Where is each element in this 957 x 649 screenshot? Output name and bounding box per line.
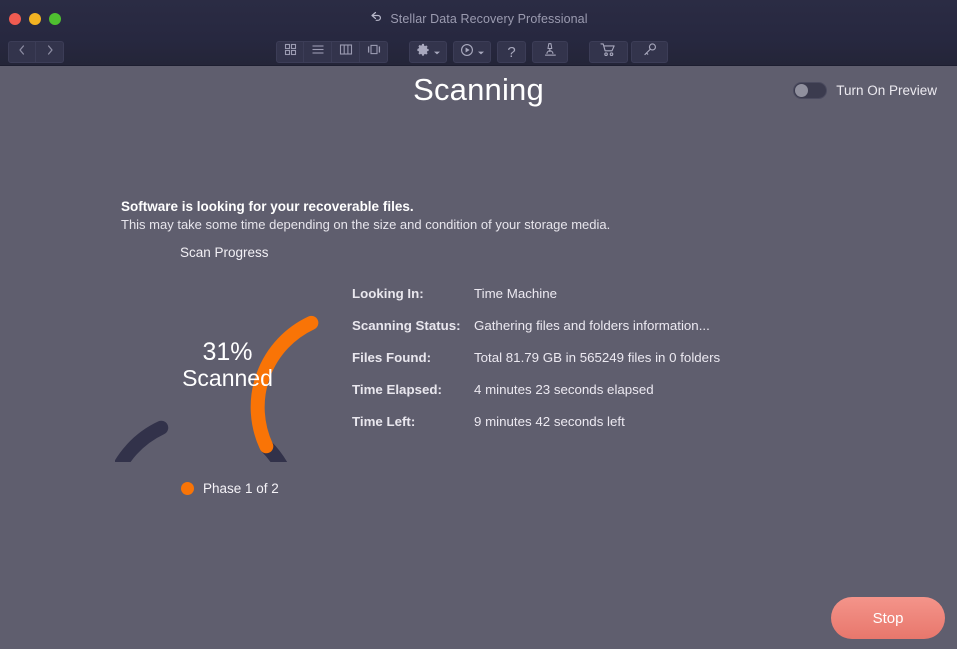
chevron-left-icon (17, 43, 27, 61)
detail-label: Time Left: (352, 414, 416, 429)
detail-label: Time Elapsed: (352, 382, 442, 397)
shopping-cart-icon (600, 42, 617, 62)
detail-value: 4 minutes 23 seconds elapsed (474, 382, 654, 397)
chevron-down-icon (433, 43, 441, 61)
chevron-down-icon (477, 43, 485, 61)
cart-button[interactable] (589, 41, 628, 63)
toggle-knob (795, 84, 809, 97)
back-button[interactable] (8, 41, 36, 63)
microscope-icon (543, 42, 558, 62)
scan-progress-label: Scan Progress (180, 245, 269, 260)
gallery-view-button[interactable] (360, 41, 388, 63)
forward-button[interactable] (36, 41, 64, 63)
phase-indicator: Phase 1 of 2 (181, 481, 279, 496)
grid-icon (284, 43, 297, 61)
detail-value: 9 minutes 42 seconds left (474, 414, 625, 429)
list-view-button[interactable] (304, 41, 332, 63)
scanning-window: Stellar Data Recovery Professional ? Sca… (0, 0, 957, 649)
detail-label: Scanning Status: (352, 318, 461, 333)
detail-value: Gathering files and folders information.… (474, 318, 710, 333)
scan-details: Looking In: Time Machine Scanning Status: G… (352, 286, 720, 429)
window-title-area: Stellar Data Recovery Professional (0, 10, 957, 28)
view-mode-group (276, 41, 388, 63)
icon-view-button[interactable] (276, 41, 304, 63)
detail-value: Total 81.79 GB in 565249 files in 0 fold… (474, 350, 721, 365)
phase-label: Phase 1 of 2 (203, 481, 279, 496)
preview-toggle-switch[interactable] (793, 82, 828, 99)
stop-button[interactable]: Stop (831, 597, 945, 639)
phase-dot-icon (181, 482, 194, 495)
navigation-buttons (8, 38, 64, 63)
detail-label: Looking In: (352, 286, 424, 301)
subtext: This may take some time depending on the… (121, 217, 611, 232)
title-bar: Stellar Data Recovery Professional (0, 0, 957, 38)
chevron-right-icon (45, 43, 55, 61)
gauge-center-text: 31% Scanned (115, 338, 340, 392)
gauge-state: Scanned (182, 365, 273, 391)
preview-toggle[interactable]: Turn On Preview (793, 82, 937, 99)
preview-toggle-label: Turn On Preview (836, 83, 937, 98)
gauge-percent: 31% (202, 338, 253, 366)
window-title: Stellar Data Recovery Professional (390, 12, 588, 26)
columns-icon (339, 43, 353, 61)
list-icon (311, 43, 325, 61)
key-icon (642, 42, 658, 62)
detail-label: Files Found: (352, 350, 432, 365)
question-mark-icon: ? (507, 43, 516, 61)
history-button[interactable] (453, 41, 491, 63)
headline-text: Software is looking for your recoverable… (121, 199, 414, 214)
disc-icon (460, 43, 474, 62)
gallery-icon (367, 43, 381, 61)
detail-value: Time Machine (474, 286, 558, 301)
gear-icon (416, 43, 430, 62)
return-arrow-icon (369, 10, 383, 28)
preview-scan-button[interactable] (532, 41, 568, 63)
column-view-button[interactable] (332, 41, 360, 63)
help-button[interactable]: ? (497, 41, 526, 63)
settings-button[interactable] (409, 41, 447, 63)
activate-button[interactable] (631, 41, 668, 63)
